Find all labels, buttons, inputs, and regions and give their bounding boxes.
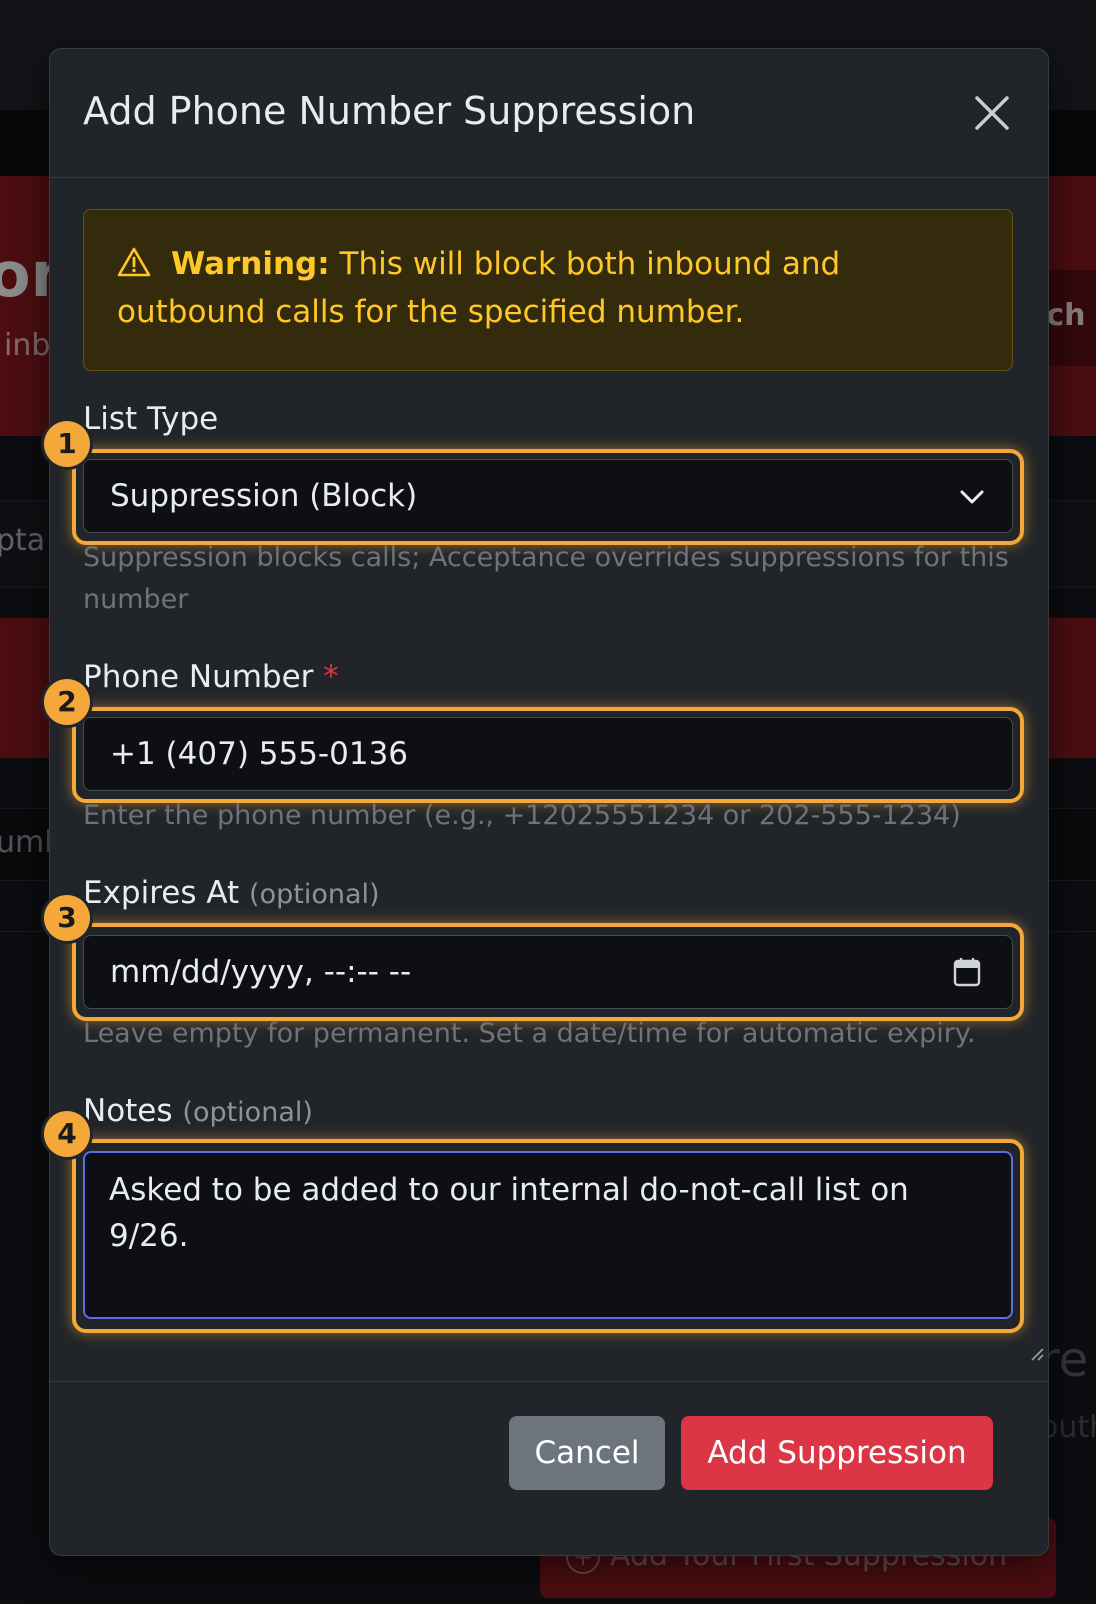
expires-at-help: Leave empty for permanent. Set a date/ti…	[83, 1018, 976, 1049]
chevron-down-icon	[960, 490, 984, 504]
step-badge-4: 4	[44, 1111, 90, 1157]
expires-at-input[interactable]: mm/dd/yyyy, --:-- --	[83, 935, 1013, 1009]
step-badge-3: 3	[44, 895, 90, 941]
optional-hint: (optional)	[182, 1097, 313, 1128]
optional-hint: (optional)	[249, 879, 380, 910]
expires-at-label: Expires At (optional)	[83, 875, 380, 911]
phone-number-input[interactable]: +1 (407) 555-0136	[83, 717, 1013, 791]
phone-number-help: Enter the phone number (e.g., +120255512…	[83, 800, 961, 831]
modal-footer: Cancel Add Suppression	[50, 1381, 1048, 1556]
step-badge-1: 1	[44, 421, 90, 467]
phone-number-label-text: Phone Number	[83, 659, 314, 695]
close-button[interactable]	[970, 91, 1014, 135]
list-type-label-text: List Type	[83, 401, 219, 437]
phone-number-label: Phone Number *	[83, 659, 339, 695]
list-type-select[interactable]: Suppression (Block)	[83, 459, 1013, 533]
expires-at-placeholder: mm/dd/yyyy, --:-- --	[110, 954, 412, 990]
notes-label-text: Notes	[83, 1093, 173, 1129]
notes-label: Notes (optional)	[83, 1093, 313, 1129]
phone-number-value: +1 (407) 555-0136	[110, 736, 409, 772]
list-type-selected-value: Suppression (Block)	[110, 478, 418, 514]
step-badge-2: 2	[44, 679, 90, 725]
warning-icon	[117, 247, 151, 277]
add-suppression-button[interactable]: Add Suppression	[681, 1416, 993, 1490]
list-type-help: Suppression blocks calls; Acceptance ove…	[83, 542, 1009, 615]
cancel-button[interactable]: Cancel	[509, 1416, 665, 1490]
resize-handle-icon[interactable]	[1028, 1345, 1044, 1361]
warning-label: Warning:	[171, 246, 330, 282]
required-mark: *	[323, 659, 339, 695]
modal-header: Add Phone Number Suppression	[50, 49, 1048, 178]
warning-alert: Warning: This will block both inbound an…	[83, 209, 1013, 371]
modal-title: Add Phone Number Suppression	[83, 89, 696, 133]
expires-at-label-text: Expires At	[83, 875, 240, 911]
suppression-modal: Add Phone Number Suppression Warning: Th…	[44, 48, 1049, 1556]
list-type-label: List Type	[83, 401, 218, 437]
calendar-icon[interactable]	[952, 956, 982, 988]
close-icon	[975, 96, 1009, 130]
notes-textarea[interactable]: Asked to be added to our internal do-not…	[83, 1151, 1013, 1319]
